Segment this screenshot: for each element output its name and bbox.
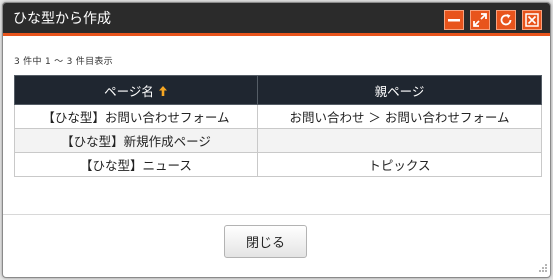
sort-ascending-icon	[158, 85, 167, 96]
resize-grip-icon[interactable]	[534, 261, 548, 275]
table-header-row: ページ名 親ページ	[14, 75, 542, 105]
refresh-button[interactable]	[496, 10, 516, 30]
minimize-icon	[448, 19, 460, 22]
table-row[interactable]: 【ひな型】ニュース トピックス	[14, 152, 542, 177]
column-header-label: 親ページ	[374, 83, 425, 99]
dialog-titlebar[interactable]: ひな型から作成	[3, 3, 550, 36]
column-header-page-name[interactable]: ページ名	[14, 75, 258, 105]
dialog-title: ひな型から作成	[13, 11, 111, 27]
cell-parent-page	[257, 128, 542, 153]
cell-parent-page: お問い合わせ ＞ お問い合わせフォーム	[257, 104, 542, 129]
cell-page-name[interactable]: 【ひな型】ニュース	[14, 152, 258, 177]
column-header-parent-page[interactable]: 親ページ	[257, 75, 542, 105]
table-row[interactable]: 【ひな型】お問い合わせフォーム お問い合わせ ＞ お問い合わせフォーム	[14, 104, 542, 129]
cell-page-name[interactable]: 【ひな型】お問い合わせフォーム	[14, 104, 258, 129]
cell-page-name[interactable]: 【ひな型】新規作成ページ	[14, 128, 258, 153]
refresh-icon	[500, 14, 512, 26]
expand-icon	[473, 13, 487, 27]
maximize-button[interactable]	[470, 10, 490, 30]
column-header-label: ページ名	[104, 83, 154, 99]
cell-parent-page: トピックス	[257, 152, 542, 177]
close-icon	[525, 13, 539, 27]
close-button[interactable]: 閉じる	[224, 225, 307, 258]
template-table: ページ名 親ページ 【ひな型】お問い合わせフォーム お問い合わせ ＞ お問い合わ…	[14, 75, 542, 177]
table-row[interactable]: 【ひな型】新規作成ページ	[14, 128, 542, 153]
footer-divider	[3, 214, 550, 215]
minimize-button[interactable]	[444, 10, 464, 30]
dialog-window: ひな型から作成 3 件中 1 ～ 3 件目表示 ページ名 親ページ 【ひな型】お…	[2, 2, 551, 278]
close-window-button[interactable]	[522, 10, 542, 30]
result-count: 3 件中 1 ～ 3 件目表示	[14, 57, 113, 67]
